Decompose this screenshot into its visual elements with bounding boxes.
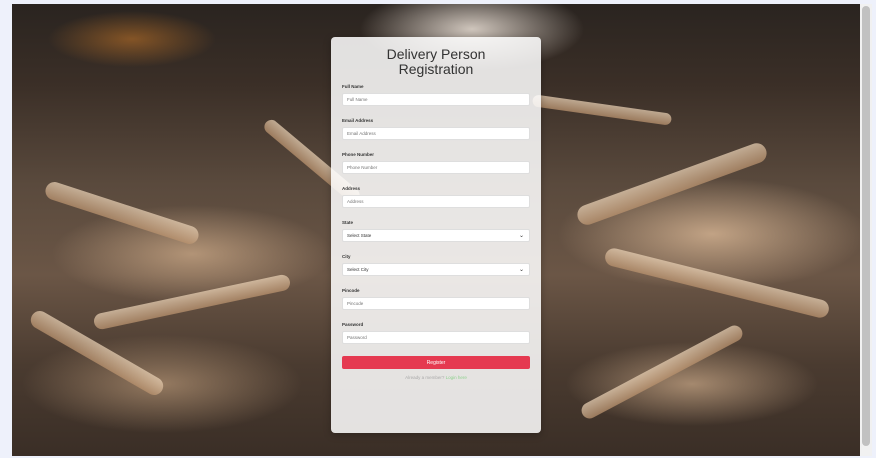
address-input[interactable] (342, 195, 530, 208)
city-select-value: Select City (347, 267, 369, 272)
phone-input[interactable] (342, 161, 530, 174)
register-button[interactable]: Register (342, 356, 530, 369)
state-select-value: Select State (347, 233, 372, 238)
scrollbar-thumb[interactable] (862, 6, 870, 446)
address-label: Address (342, 186, 361, 191)
title-line-1: Delivery Person (386, 46, 486, 62)
phone-label: Phone Number (342, 152, 375, 157)
pincode-input[interactable] (342, 297, 530, 310)
background-decor (531, 94, 673, 126)
page-title: Delivery Person Registration (342, 47, 530, 77)
background-decor (578, 322, 746, 422)
chevron-down-icon: ⌄ (519, 233, 525, 239)
background-decor (43, 179, 201, 247)
state-select[interactable]: Select State ⌄ (342, 229, 530, 242)
password-input[interactable] (342, 331, 530, 344)
city-select[interactable]: Select City ⌄ (342, 263, 530, 276)
background-decor (92, 273, 292, 331)
full-name-label: Full Name (342, 84, 364, 89)
email-label: Email Address (342, 118, 374, 123)
background-decor (603, 246, 831, 320)
full-name-input[interactable] (342, 93, 530, 106)
login-prompt-text: Already a member? (405, 375, 445, 380)
registration-card: Delivery Person Registration Full Name E… (331, 37, 541, 433)
chevron-down-icon: ⌄ (519, 267, 525, 273)
pincode-label: Pincode (342, 288, 360, 293)
email-input[interactable] (342, 127, 530, 140)
title-line-2: Registration (398, 61, 474, 77)
login-link[interactable]: Login here (446, 375, 467, 380)
background-decor (574, 140, 770, 228)
state-label: State (342, 220, 354, 225)
city-label: City (342, 254, 351, 259)
password-label: Password (342, 322, 364, 327)
login-prompt: Already a member? Login here (342, 375, 530, 380)
page-scrollbar[interactable] (860, 4, 872, 456)
